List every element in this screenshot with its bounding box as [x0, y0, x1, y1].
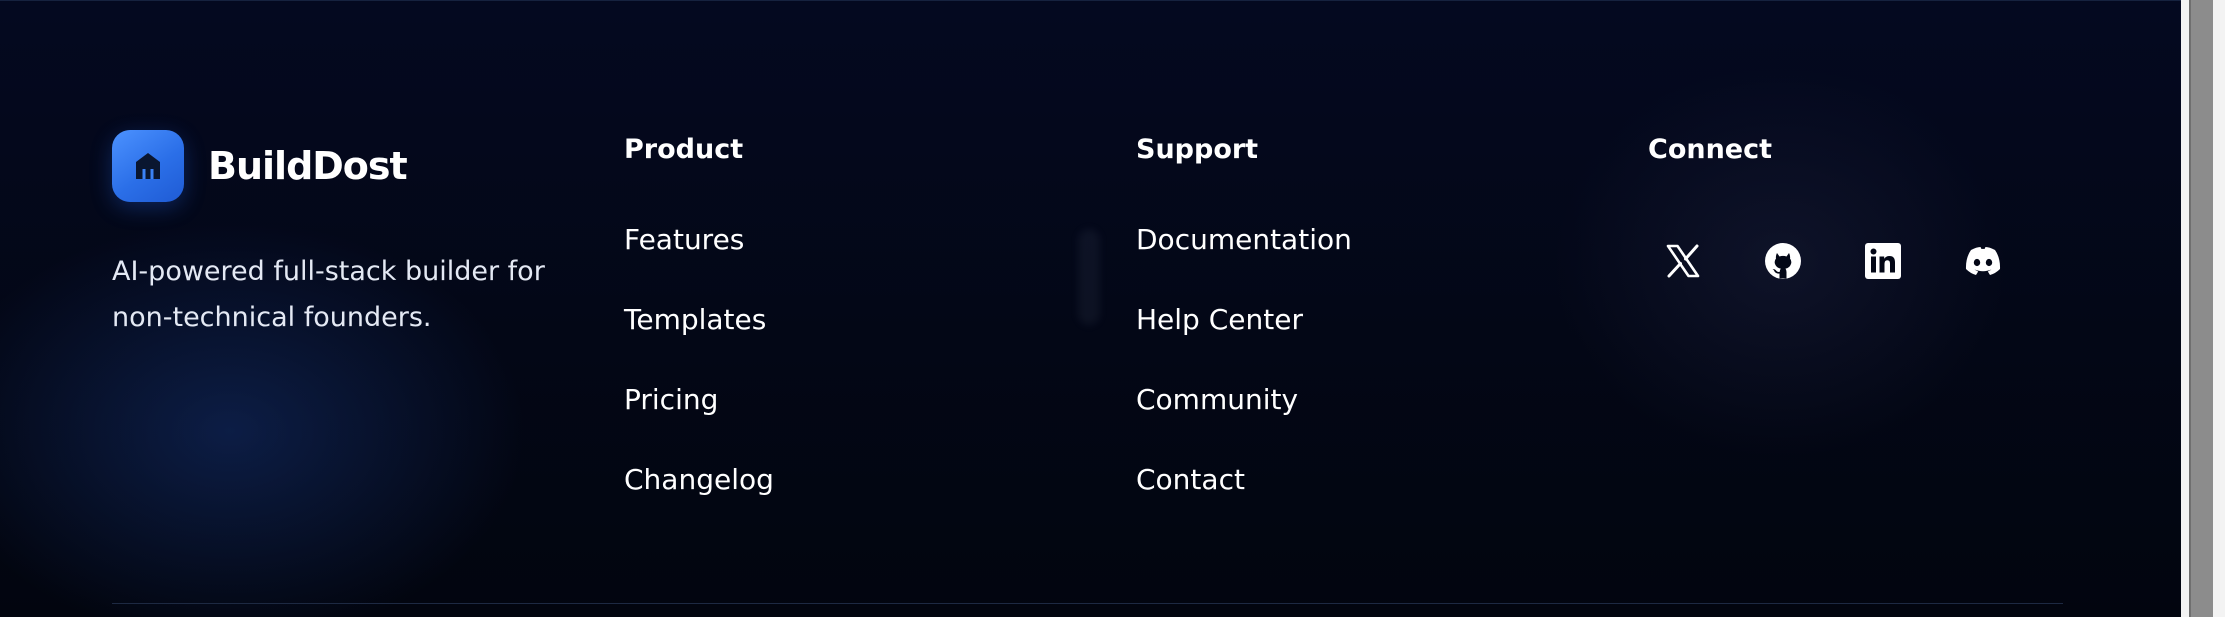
- footer-column-connect: Connect: [1648, 131, 2001, 279]
- column-title-product: Product: [624, 134, 744, 165]
- social-link-github[interactable]: [1748, 226, 1818, 296]
- site-footer: BuildDost AI-powered full-stack builder …: [0, 0, 2181, 617]
- footer-link-features[interactable]: Features: [624, 221, 744, 259]
- product-links: Features Templates Pricing Changelog: [624, 221, 1044, 541]
- footer-link-pricing[interactable]: Pricing: [624, 381, 718, 419]
- linkedin-icon: [1865, 243, 1901, 279]
- brand-logo-icon: [112, 130, 184, 202]
- scrollbar-thumb[interactable]: [2189, 0, 2213, 617]
- footer-divider: [112, 603, 2063, 604]
- footer-column-support: Support Documentation Help Center Commun…: [1136, 131, 1352, 496]
- social-links: [1648, 226, 2048, 296]
- footer-link-community[interactable]: Community: [1136, 381, 1298, 419]
- column-title-support: Support: [1136, 134, 1259, 165]
- brand-home-link[interactable]: BuildDost: [112, 130, 408, 202]
- footer-column-product: Product Features Templates Pricing Chang…: [624, 131, 774, 496]
- decorative-glow: [1078, 229, 1100, 325]
- social-link-discord[interactable]: [1948, 226, 2018, 296]
- footer-link-changelog[interactable]: Changelog: [624, 461, 774, 499]
- x-icon: [1665, 243, 1701, 279]
- brand-tagline: AI-powered full-stack builder for non-te…: [112, 256, 545, 333]
- brand-name: BuildDost: [208, 144, 408, 188]
- column-title-connect: Connect: [1648, 134, 1773, 165]
- footer-link-templates[interactable]: Templates: [624, 301, 766, 339]
- footer-link-contact[interactable]: Contact: [1136, 461, 1245, 499]
- support-links: Documentation Help Center Community Cont…: [1136, 221, 1556, 541]
- scrollbar[interactable]: [2181, 0, 2225, 617]
- social-link-linkedin[interactable]: [1848, 226, 1918, 296]
- discord-icon: [1963, 245, 2003, 277]
- github-icon: [1764, 242, 1802, 280]
- social-link-x[interactable]: [1648, 226, 1718, 296]
- footer-link-help-center[interactable]: Help Center: [1136, 301, 1303, 339]
- footer-link-documentation[interactable]: Documentation: [1136, 221, 1352, 259]
